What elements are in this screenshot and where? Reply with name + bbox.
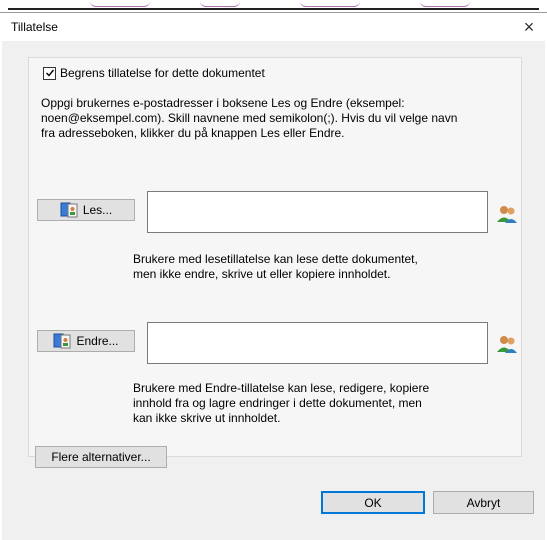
- restrict-permission-label: Begrens tillatelse for dette dokumentet: [60, 66, 265, 80]
- permission-dialog: Tillatelse × Begrens tillatelse for dett…: [0, 12, 547, 540]
- change-users-field[interactable]: [147, 322, 488, 364]
- read-button-label: Les...: [82, 203, 113, 217]
- cancel-label: Avbryt: [466, 495, 501, 510]
- dialog-title: Tillatelse: [11, 20, 58, 34]
- checkbox-box[interactable]: [43, 66, 56, 80]
- instructions-line: noen@eksempel.com). Skill navnene med se…: [41, 111, 458, 125]
- background-decoration: [90, 0, 150, 7]
- more-options-label: Flere alternativer...: [51, 450, 151, 464]
- background-rule: [8, 8, 539, 10]
- change-button[interactable]: Endre...: [37, 330, 135, 352]
- instructions-text: Oppgi brukernes e-postadresser i boksene…: [41, 96, 511, 141]
- background-decoration: [300, 0, 360, 7]
- restrict-permission-checkbox[interactable]: Begrens tillatelse for dette dokumentet: [43, 66, 265, 80]
- read-description-line: Brukere med lesetillatelse kan lese dett…: [133, 252, 418, 266]
- address-book-icon: [60, 202, 78, 218]
- read-description: Brukere med lesetillatelse kan lese dett…: [133, 252, 493, 282]
- permission-panel: Begrens tillatelse for dette dokumentet …: [28, 57, 522, 468]
- close-icon: ×: [523, 16, 535, 37]
- read-button[interactable]: Les...: [37, 199, 135, 221]
- read-users-field[interactable]: [147, 191, 488, 233]
- user-picker-icon[interactable]: [495, 202, 519, 226]
- read-description-line: men ikke endre, skrive ut eller kopiere …: [133, 267, 391, 281]
- change-description-line: Brukere med Endre-tillatelse kan lese, r…: [133, 381, 430, 395]
- checkmark-icon: [45, 69, 54, 77]
- change-description: Brukere med Endre-tillatelse kan lese, r…: [133, 381, 493, 426]
- user-picker-icon[interactable]: [495, 332, 519, 356]
- close-button[interactable]: ×: [511, 13, 547, 41]
- cancel-button[interactable]: Avbryt: [433, 491, 534, 514]
- background-decoration: [420, 0, 470, 7]
- more-options-button[interactable]: Flere alternativer...: [35, 446, 167, 468]
- change-description-line: innhold fra og lagre endringer i dette d…: [133, 396, 422, 410]
- background-decoration: [200, 0, 240, 7]
- address-book-icon: [53, 333, 71, 349]
- instructions-line: fra adresseboken, klikker du på knappen …: [41, 126, 345, 140]
- instructions-line: Oppgi brukernes e-postadresser i boksene…: [41, 96, 405, 110]
- change-button-label: Endre...: [76, 334, 119, 348]
- dialog-titlebar[interactable]: Tillatelse ×: [0, 13, 547, 41]
- change-description-line: kan ikke skrive ut innholdet.: [133, 411, 281, 425]
- ok-button[interactable]: OK: [321, 491, 425, 514]
- ok-label: OK: [364, 495, 382, 510]
- dialog-left-edge: [0, 41, 2, 540]
